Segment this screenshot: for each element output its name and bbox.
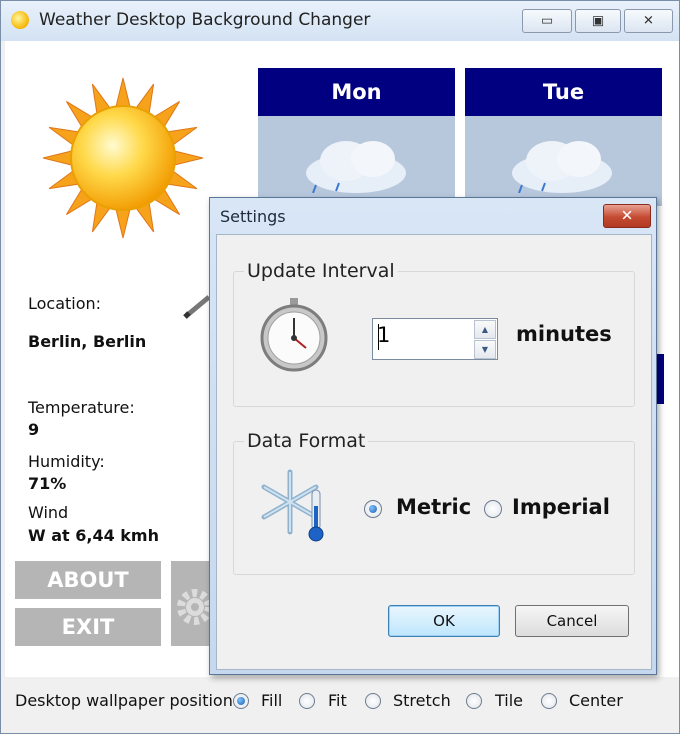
maximize-icon: ▣ [591,13,605,29]
temperature-value: 9 [28,420,40,439]
radio-fit[interactable] [299,693,315,709]
radio-stretch[interactable] [365,693,381,709]
snowflake-thermometer-icon [261,469,324,542]
settings-body: Update Interval 1 ▲ ▼ minutes Data Forma… [216,234,652,670]
close-icon: ✕ [643,13,654,29]
radio-label-stretch: Stretch [393,691,451,710]
stopwatch-icon [260,298,328,372]
gear-icon [177,589,213,625]
sun-weather-icon [42,77,204,239]
minimize-button[interactable]: ▭ [522,9,572,33]
location-label: Location: [28,294,102,313]
ok-button[interactable]: OK [388,605,500,637]
cancel-button[interactable]: Cancel [515,605,629,637]
main-window: Weather Desktop Background Changer ▭ ▣ ✕… [0,0,680,734]
wallpaper-position-label: Desktop wallpaper position: [15,691,239,710]
forecast-edge [656,354,664,404]
temperature-label: Temperature: [28,398,135,417]
maximize-button[interactable]: ▣ [575,9,621,33]
update-interval-stepper[interactable]: 1 ▲ ▼ [372,318,498,360]
radio-label-metric: Metric [396,495,472,519]
day-header-tue: Tue [465,68,662,116]
close-icon: ✕ [620,206,634,225]
title-bar[interactable]: Weather Desktop Background Changer ▭ ▣ ✕ [1,1,679,41]
settings-close-button[interactable]: ✕ [603,204,651,228]
day-header-mon: Mon [258,68,455,116]
update-interval-unit: minutes [516,322,612,346]
radio-center[interactable] [541,693,557,709]
sun-app-icon [11,11,29,29]
stepper-down-arrow-icon[interactable]: ▼ [474,340,496,359]
radio-fill[interactable] [233,693,249,709]
wind-value: W at 6,44 kmh [28,526,159,545]
radio-label-fill: Fill [261,691,283,710]
stepper-buttons: ▲ ▼ [473,319,497,359]
radio-label-imperial: Imperial [512,495,610,519]
radio-label-center: Center [569,691,623,710]
close-button[interactable]: ✕ [624,9,673,33]
exit-button[interactable]: EXIT [15,608,161,646]
about-button[interactable]: ABOUT [15,561,161,599]
settings-dialog: Settings ✕ Update Interval 1 ▲ ▼ minutes… [209,197,657,675]
stepper-up-arrow-icon[interactable]: ▲ [474,320,496,339]
window-title: Weather Desktop Background Changer [39,10,371,30]
radio-metric[interactable] [364,500,382,518]
settings-gear-button[interactable] [171,561,213,646]
location-value: Berlin, Berlin [28,332,147,351]
humidity-label: Humidity: [28,452,105,471]
humidity-value: 71% [28,474,67,493]
radio-label-tile: Tile [495,691,524,710]
settings-dialog-title: Settings [220,207,286,226]
rain-cloud-icon [512,141,612,193]
radio-imperial[interactable] [484,500,502,518]
data-format-group: Data Format Metric Imperial [233,430,635,575]
wind-label: Wind [28,503,69,522]
radio-label-fit: Fit [328,691,347,710]
data-format-legend: Data Format [244,430,369,452]
radio-tile[interactable] [466,693,482,709]
update-interval-value: 1 [377,323,391,347]
minimize-icon: ▭ [540,13,554,29]
rain-cloud-icon [306,141,406,193]
update-interval-legend: Update Interval [244,260,398,282]
update-interval-group: Update Interval 1 ▲ ▼ minutes [233,260,635,407]
